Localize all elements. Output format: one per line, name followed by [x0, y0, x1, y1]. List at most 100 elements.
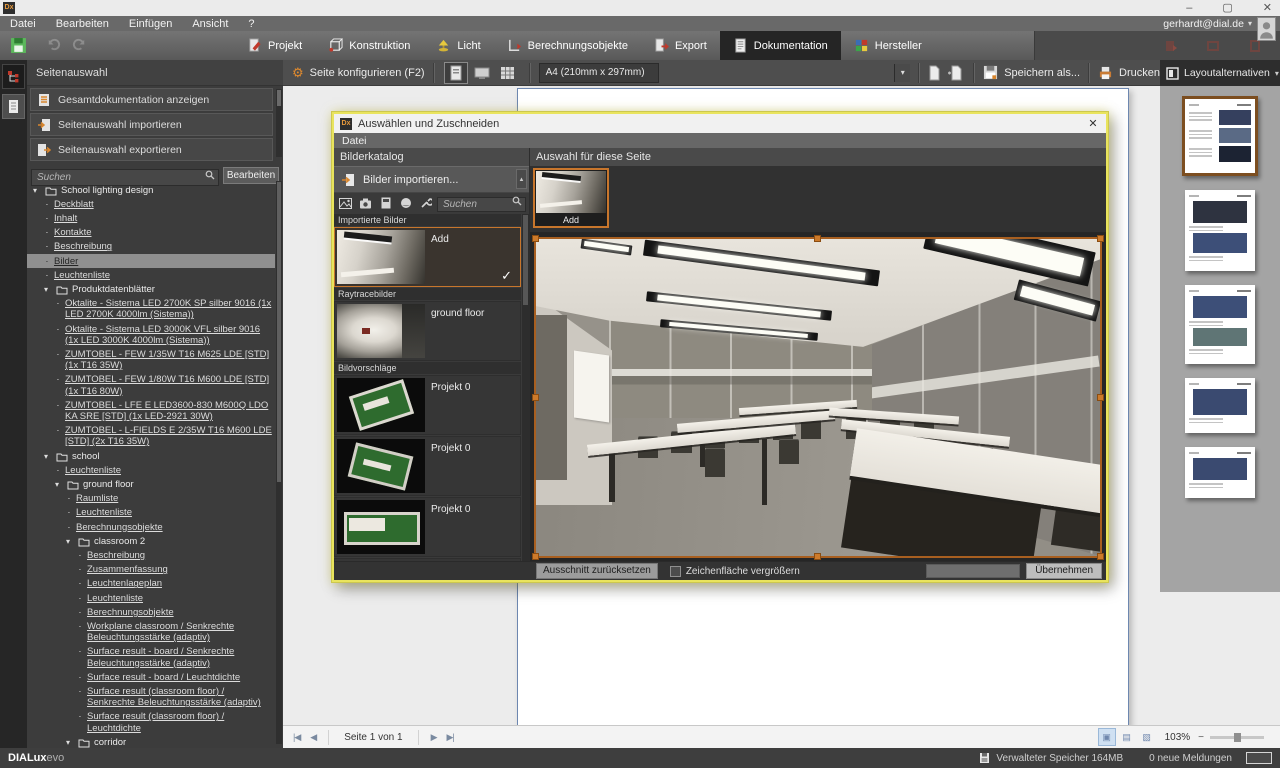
- layout-alternatives-header[interactable]: Layoutalternativen ▾: [1160, 60, 1280, 86]
- tree-item-berechnungsobjekte[interactable]: ·Berechnungsobjekte: [27, 605, 275, 619]
- tree-folder-corridor[interactable]: ▾corridor: [27, 735, 275, 748]
- crop-handle-middle-left[interactable]: [532, 394, 539, 401]
- tab-licht[interactable]: Licht: [423, 31, 493, 60]
- previous-page-button[interactable]: ◀: [310, 732, 316, 743]
- new-page-icon[interactable]: [928, 65, 941, 81]
- tree-item-leuchtenliste[interactable]: ·Leuchtenliste: [27, 463, 275, 477]
- view-single-page-button[interactable]: [444, 62, 468, 84]
- action-seitenauswahl-importieren[interactable]: Seitenauswahl importieren: [30, 113, 273, 136]
- layout-page-3[interactable]: [1185, 285, 1255, 364]
- menu-item-bearbeiten[interactable]: Bearbeiten: [46, 18, 119, 30]
- documentation-structure-icon[interactable]: [2, 64, 25, 89]
- selected-image-thumbnail[interactable]: Add: [533, 168, 609, 228]
- catalog-item-projekt-0[interactable]: Projekt 0: [334, 497, 521, 557]
- tree-item-zusammenfassung[interactable]: ·Zusammenfassung: [27, 563, 275, 577]
- action-seitenauswahl-exportieren[interactable]: Seitenauswahl exportieren: [30, 138, 273, 161]
- expand-arrow-icon[interactable]: ▾: [66, 537, 74, 546]
- tree-item-kontakte[interactable]: ·Kontakte: [27, 226, 275, 240]
- tree-item-oktalite-sistema-led-2700k-sp-si[interactable]: ·Oktalite - Sistema LED 2700K SP silber …: [27, 297, 275, 322]
- save-icon[interactable]: [10, 37, 27, 54]
- layout-page-1[interactable]: [1182, 96, 1258, 176]
- filter-tools-icon[interactable]: [417, 195, 434, 211]
- menu-item-ansicht[interactable]: Ansicht: [182, 18, 238, 30]
- zoom-slider-thumb[interactable]: [1234, 733, 1241, 742]
- user-account[interactable]: gerhardt@dial.de ▾: [1163, 16, 1252, 31]
- apply-button[interactable]: Übernehmen: [1026, 563, 1102, 579]
- tree-item-surface-result-board-leuchtdicht[interactable]: ·Surface result - board / Leuchtdichte: [27, 670, 275, 684]
- tab-hersteller[interactable]: Hersteller: [841, 31, 935, 60]
- action-gesamtdokumentation-anzeigen[interactable]: Gesamtdokumentation anzeigen: [30, 88, 273, 111]
- filter-document-icon[interactable]: [377, 195, 394, 211]
- actual-size-button[interactable]: ▧: [1138, 728, 1156, 746]
- maximize-button[interactable]: ▢: [1222, 0, 1232, 16]
- tree-folder-classroom-2[interactable]: ▾classroom 2: [27, 534, 275, 548]
- zoom-out-button[interactable]: −: [1198, 732, 1204, 743]
- tree-item-leuchtenliste[interactable]: ·Leuchtenliste: [27, 506, 275, 520]
- expand-arrow-icon[interactable]: ▾: [44, 452, 52, 461]
- catalog-item-projekt-0[interactable]: Projekt 0: [334, 375, 521, 435]
- avatar[interactable]: [1257, 17, 1276, 41]
- expand-arrow-icon[interactable]: ▾: [33, 186, 41, 195]
- dialog-titlebar[interactable]: Dx Auswählen und Zuschneiden ✕: [334, 114, 1106, 133]
- catalog-item-add[interactable]: Add✓: [334, 227, 521, 287]
- messages-status[interactable]: 0 neue Meldungen: [1149, 753, 1232, 764]
- crop-handle-bottom-middle[interactable]: [814, 553, 821, 560]
- paper-format-select[interactable]: A4 (210mm x 297mm): [539, 63, 659, 83]
- tree-item-zumtobel-few-1-35w-t16-m625-lde-[interactable]: ·ZUMTOBEL - FEW 1/35W T16 M625 LDE [STD]…: [27, 347, 275, 372]
- tab-projekt[interactable]: Projekt: [234, 31, 315, 60]
- tree-item-surface-result-classroom-floor-s[interactable]: ·Surface result (classroom floor) / Senk…: [27, 685, 275, 710]
- tree-folder-ground-floor[interactable]: ▾ground floor: [27, 477, 275, 491]
- crop-handle-top-right[interactable]: [1097, 235, 1104, 242]
- tab-dokumentation[interactable]: Dokumentation: [720, 31, 841, 60]
- close-button[interactable]: ✕: [1263, 0, 1272, 16]
- filter-camera-icon[interactable]: [357, 195, 374, 211]
- reset-crop-button[interactable]: Ausschnitt zurücksetzen: [536, 563, 658, 579]
- view-spread-button[interactable]: [470, 62, 494, 84]
- view-table-button[interactable]: [496, 62, 520, 84]
- tree-item-beschreibung[interactable]: ·Beschreibung: [27, 548, 275, 562]
- paper-format-dropdown-arrow[interactable]: ▾: [894, 64, 910, 82]
- tree-folder-school[interactable]: ▾school: [27, 449, 275, 463]
- menu-item-datei[interactable]: Datei: [0, 18, 46, 30]
- tree-item-zumtobel-few-1-80w-t16-m600-lde-[interactable]: ·ZUMTOBEL - FEW 1/80W T16 M600 LDE [STD]…: [27, 373, 275, 398]
- tab-export[interactable]: Export: [641, 31, 720, 60]
- catalog-item-projekt-0[interactable]: Projekt 0: [334, 436, 521, 496]
- catalog-scroll-up-button[interactable]: ▲: [516, 169, 527, 189]
- import-images-button[interactable]: Bilder importieren... ▲: [334, 166, 529, 193]
- crop-handle-middle-right[interactable]: [1097, 394, 1104, 401]
- crop-handle-bottom-left[interactable]: [532, 553, 539, 560]
- tree-item-raumliste[interactable]: ·Raumliste: [27, 492, 275, 506]
- tree-folder-produktdatenbl-tter[interactable]: ▾Produktdatenblätter: [27, 282, 275, 296]
- save-as-button[interactable]: Speichern als...: [983, 65, 1080, 80]
- tree-item-leuchtenlageplan[interactable]: ·Leuchtenlageplan: [27, 577, 275, 591]
- tree-item-deckblatt[interactable]: ·Deckblatt: [27, 197, 275, 211]
- tree-item-surface-result-classroom-floor-l[interactable]: ·Surface result (classroom floor) / Leuc…: [27, 710, 275, 735]
- fit-width-button[interactable]: ▤: [1118, 728, 1136, 746]
- tab-konstruktion[interactable]: Konstruktion: [315, 31, 423, 60]
- duplicate-page-icon[interactable]: [947, 65, 965, 81]
- crop-handle-bottom-right[interactable]: [1097, 553, 1104, 560]
- crop-handle-top-left[interactable]: [532, 235, 539, 242]
- tree-item-oktalite-sistema-led-3000k-vfl-s[interactable]: ·Oktalite - Sistema LED 3000K VFL silber…: [27, 322, 275, 347]
- expand-arrow-icon[interactable]: ▾: [44, 285, 52, 294]
- dialog-menu-datei[interactable]: Datei: [342, 135, 367, 147]
- filter-images-icon[interactable]: [337, 195, 354, 211]
- tree-item-workplane-classroom-senkrechte-b[interactable]: ·Workplane classroom / Senkrechte Beleuc…: [27, 620, 275, 645]
- crop-handle-top-middle[interactable]: [814, 235, 821, 242]
- fit-page-button[interactable]: ▣: [1098, 728, 1116, 746]
- sidebar-scrollbar-top[interactable]: [276, 89, 282, 157]
- expand-arrow-icon[interactable]: ▾: [66, 738, 74, 747]
- menu-item-[interactable]: ?: [238, 18, 264, 30]
- page-list-icon[interactable]: [2, 94, 25, 119]
- layout-page-2[interactable]: [1185, 190, 1255, 271]
- configure-page-button[interactable]: ⚙ Seite konfigurieren (F2): [292, 66, 425, 79]
- tree-item-zumtobel-l-fields-e-2-35w-t16-m6[interactable]: ·ZUMTOBEL - L-FIELDS E 2/35W T16 M600 LD…: [27, 424, 275, 449]
- tree-item-leuchtenliste[interactable]: ·Leuchtenliste: [27, 591, 275, 605]
- catalog-item-ground-floor[interactable]: ground floor: [334, 301, 521, 361]
- first-page-button[interactable]: |◀: [293, 732, 300, 743]
- print-button[interactable]: Drucken: [1098, 66, 1160, 80]
- layout-page-5[interactable]: [1185, 447, 1255, 498]
- tab-berechnungsobjekte[interactable]: Berechnungsobjekte: [494, 31, 641, 60]
- menu-item-einf-gen[interactable]: Einfügen: [119, 18, 182, 30]
- tree-item-inhalt[interactable]: ·Inhalt: [27, 211, 275, 225]
